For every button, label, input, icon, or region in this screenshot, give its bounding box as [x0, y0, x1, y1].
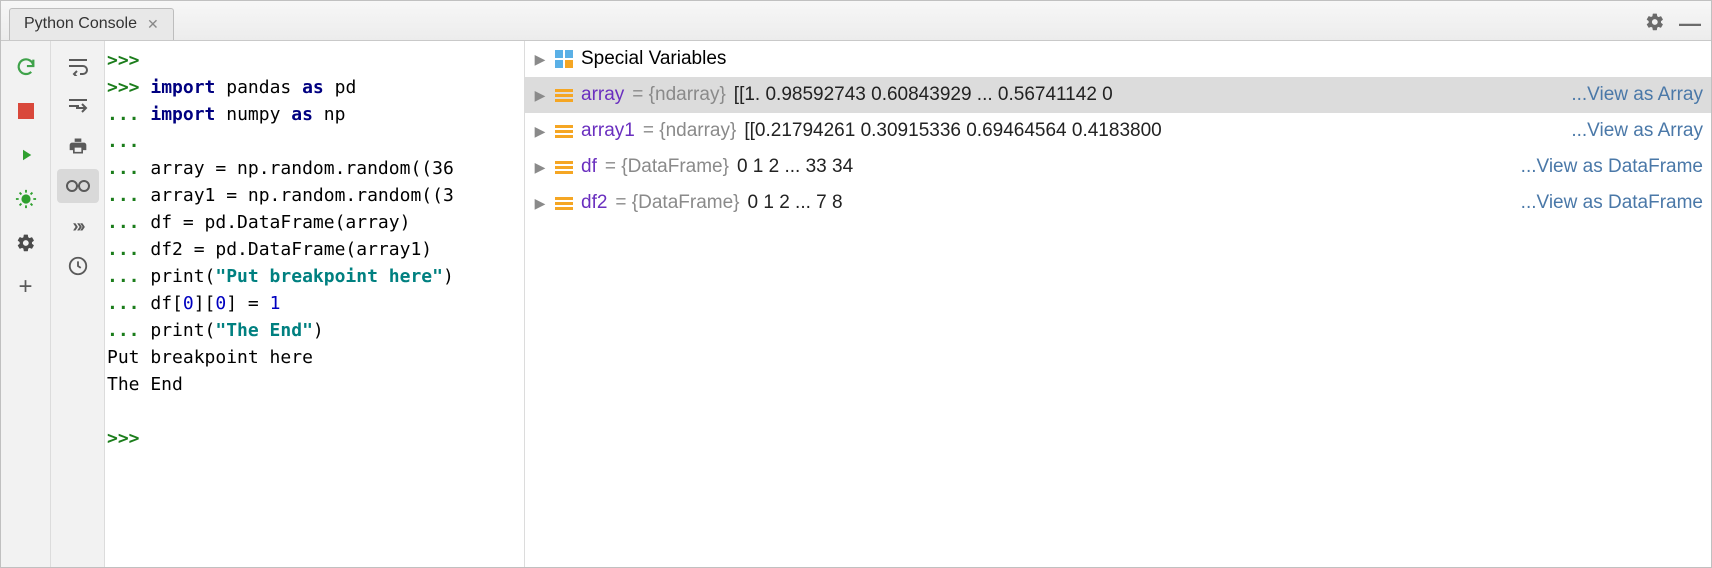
- add-button[interactable]: +: [10, 271, 42, 303]
- close-icon[interactable]: ✕: [147, 16, 159, 33]
- view-as-link[interactable]: ...View as DataFrame: [1521, 156, 1703, 178]
- variable-name: df: [581, 156, 597, 178]
- field-icon: [555, 86, 573, 104]
- console-output[interactable]: >>> >>> import pandas as pd ... import n…: [105, 41, 525, 567]
- console-toolbar: »›: [51, 41, 105, 567]
- variable-name: df2: [581, 192, 607, 214]
- variable-row[interactable]: ▶ df = {DataFrame} 0 1 2 ... 33 34 ...View…: [525, 149, 1711, 185]
- chevron-right-icon[interactable]: ▶: [533, 87, 547, 104]
- variable-value: 0 1 2 ... 33 34: [737, 156, 853, 178]
- tab-label: Python Console: [24, 15, 137, 33]
- history-button[interactable]: [57, 249, 99, 283]
- rerun-button[interactable]: [10, 51, 42, 83]
- variable-type: = {DataFrame}: [605, 156, 729, 178]
- variables-panel: ▶ Special Variables ▶ array = {ndarray} […: [525, 41, 1711, 567]
- variable-row[interactable]: ▶ df2 = {DataFrame} 0 1 2 ... 7 8 ...View …: [525, 185, 1711, 221]
- variable-row[interactable]: ▶ array1 = {ndarray} [[0.21794261 0.30915…: [525, 113, 1711, 149]
- variable-value: [[1. 0.98592743 0.60843929 ... 0.5674114…: [734, 84, 1113, 106]
- chevron-right-icon[interactable]: ▶: [533, 123, 547, 140]
- variable-name: array: [581, 84, 624, 106]
- field-icon: [555, 158, 573, 176]
- special-variables-label: Special Variables: [581, 48, 726, 70]
- view-as-link[interactable]: ...View as Array: [1571, 84, 1703, 106]
- show-variables-button[interactable]: [57, 169, 99, 203]
- field-icon: [555, 194, 573, 212]
- field-icon: [555, 122, 573, 140]
- run-button[interactable]: [10, 139, 42, 171]
- chevron-right-icon[interactable]: ▶: [533, 159, 547, 176]
- chevron-right-icon[interactable]: ▶: [533, 51, 547, 68]
- variable-type: = {ndarray}: [643, 120, 737, 142]
- soft-wrap-button[interactable]: [57, 49, 99, 83]
- special-vars-icon: [555, 50, 573, 68]
- special-variables-row[interactable]: ▶ Special Variables: [525, 41, 1711, 77]
- debug-button[interactable]: [10, 183, 42, 215]
- gear-icon[interactable]: [1645, 12, 1665, 36]
- panel-header: Python Console ✕ —: [1, 1, 1711, 41]
- minimize-icon[interactable]: —: [1679, 11, 1701, 37]
- scroll-to-end-button[interactable]: [57, 89, 99, 123]
- browse-history-button[interactable]: »›: [57, 209, 99, 243]
- chevron-right-icon[interactable]: ▶: [533, 195, 547, 212]
- settings-button[interactable]: [10, 227, 42, 259]
- left-toolbar: +: [1, 41, 51, 567]
- tab-python-console[interactable]: Python Console ✕: [9, 8, 174, 40]
- variable-type: = {DataFrame}: [615, 192, 739, 214]
- variable-value: [[0.21794261 0.30915336 0.69464564 0.418…: [744, 120, 1161, 142]
- print-button[interactable]: [57, 129, 99, 163]
- stop-button[interactable]: [10, 95, 42, 127]
- variable-type: = {ndarray}: [632, 84, 726, 106]
- view-as-link[interactable]: ...View as Array: [1571, 120, 1703, 142]
- view-as-link[interactable]: ...View as DataFrame: [1521, 192, 1703, 214]
- variable-row[interactable]: ▶ array = {ndarray} [[1. 0.98592743 0.608…: [525, 77, 1711, 113]
- variable-name: array1: [581, 120, 635, 142]
- variable-value: 0 1 2 ... 7 8: [748, 192, 843, 214]
